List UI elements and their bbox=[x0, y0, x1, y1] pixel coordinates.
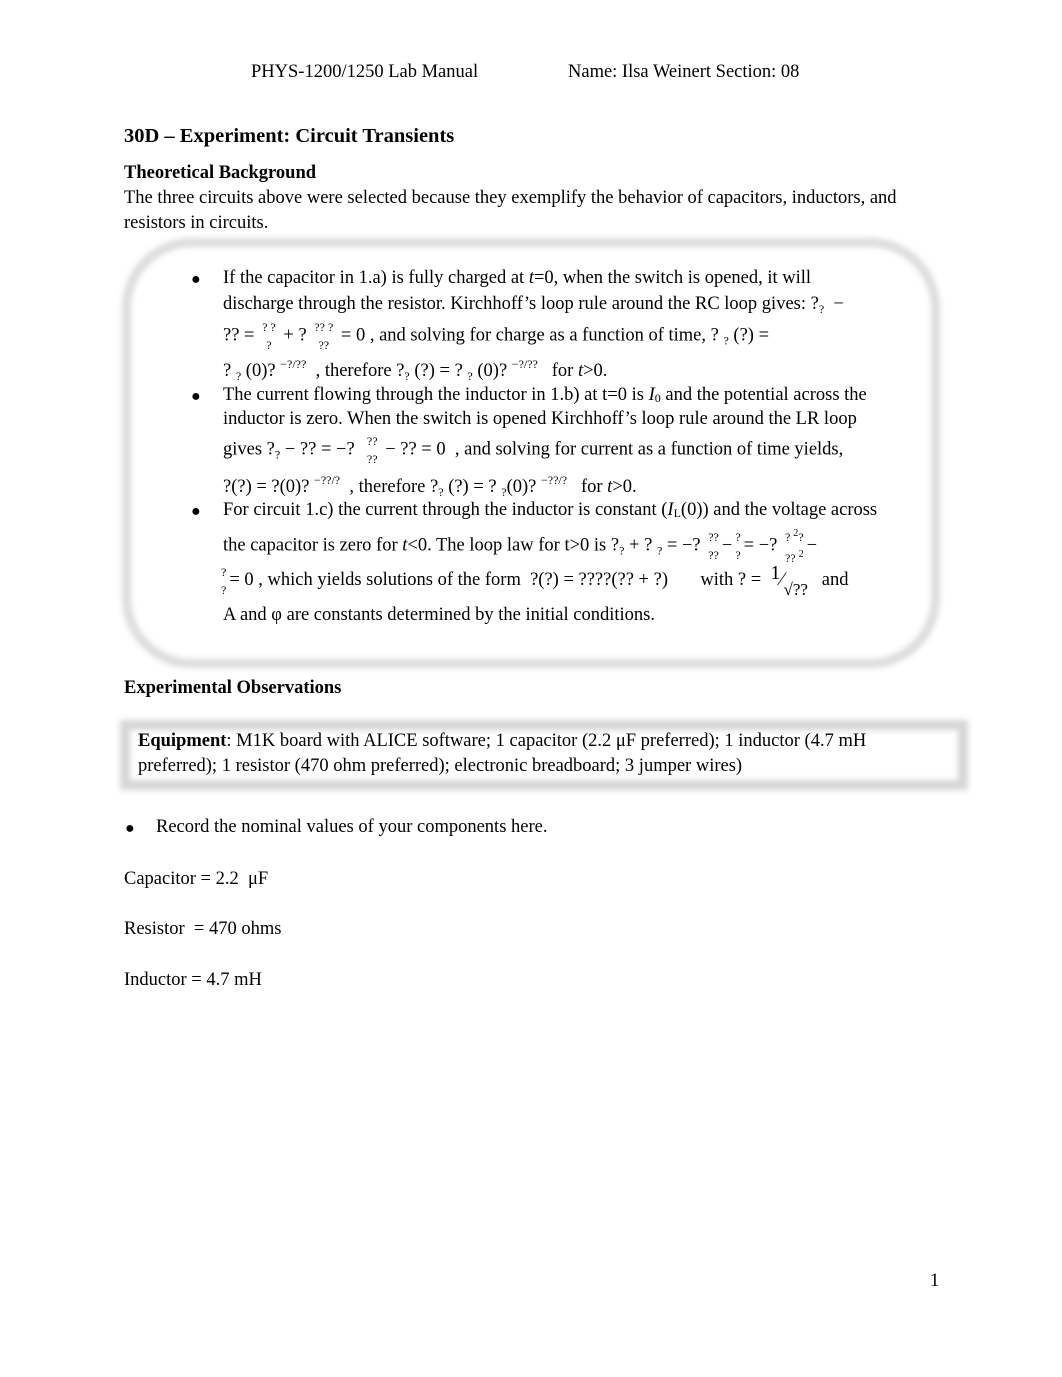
theory-intro-line1: The three circuits above were selected b… bbox=[124, 188, 897, 208]
theory-heading: Theoretical Background bbox=[124, 163, 317, 183]
bullet1-line2: discharge through the resistor. Kirchhof… bbox=[223, 294, 844, 316]
bullet1-line1: If the capacitor in 1.a) is fully charge… bbox=[223, 268, 812, 288]
bullet-icon: ● bbox=[125, 820, 135, 837]
bullet1-line4: ? ? (0)? −?/?? , therefore ?? (?) = ? ? … bbox=[223, 357, 608, 383]
page-title: 30D – Experiment: Circuit Transients bbox=[124, 125, 455, 147]
equipment-line2: preferred); 1 resistor (470 ohm preferre… bbox=[138, 756, 743, 776]
bullet-icon: ● bbox=[191, 503, 201, 520]
theory-intro-line2: resistors in circuits. bbox=[124, 213, 269, 233]
bullet3-line2: the capacitor is zero for t<0. The loop … bbox=[223, 528, 818, 565]
observations-heading: Experimental Observations bbox=[124, 678, 342, 698]
bullet3-line3: ?? = 0 , which yields solutions of the fo… bbox=[221, 562, 849, 599]
equipment-label: Equipment bbox=[138, 731, 227, 751]
record-instruction: Record the nominal values of your compon… bbox=[156, 817, 548, 837]
header-manual: PHYS-1200/1250 Lab Manual bbox=[251, 62, 479, 82]
bullet2-line2: inductor is zero. When the switch is ope… bbox=[223, 409, 857, 429]
bullet2-line1: The current flowing through the inductor… bbox=[223, 385, 867, 405]
bullet2-line4: ?(?) = ?(0)? −??/? , therefore ?? (?) = … bbox=[223, 473, 637, 499]
bullet3-line1: For circuit 1.c) the current through the… bbox=[223, 500, 878, 520]
bullet2-line3: gives ?? − ?? = −? ???? − ?? = 0 , and s… bbox=[223, 434, 844, 466]
equipment-line1: Equipment: M1K board with ALICE software… bbox=[138, 731, 866, 752]
equipment-text1: : M1K board with ALICE software; 1 capac… bbox=[226, 731, 867, 751]
bullet-icon: ● bbox=[191, 271, 201, 288]
bullet-icon: ● bbox=[191, 388, 201, 405]
header-name-section: Name: Ilsa Weinert Section: 08 bbox=[568, 62, 800, 82]
resistor-value: Resistor = 470 ohms bbox=[124, 919, 282, 939]
bullet1-line3: ?? = ? ?? + ? ?? ??? = 0 , and solving f… bbox=[223, 320, 770, 352]
page-number: 1 bbox=[930, 1271, 940, 1291]
inductor-value: Inductor = 4.7 mH bbox=[124, 970, 262, 990]
bullet3-line4: A and φ are constants determined by the … bbox=[223, 605, 655, 625]
capacitor-value: Capacitor = 2.2 μF bbox=[124, 869, 269, 889]
